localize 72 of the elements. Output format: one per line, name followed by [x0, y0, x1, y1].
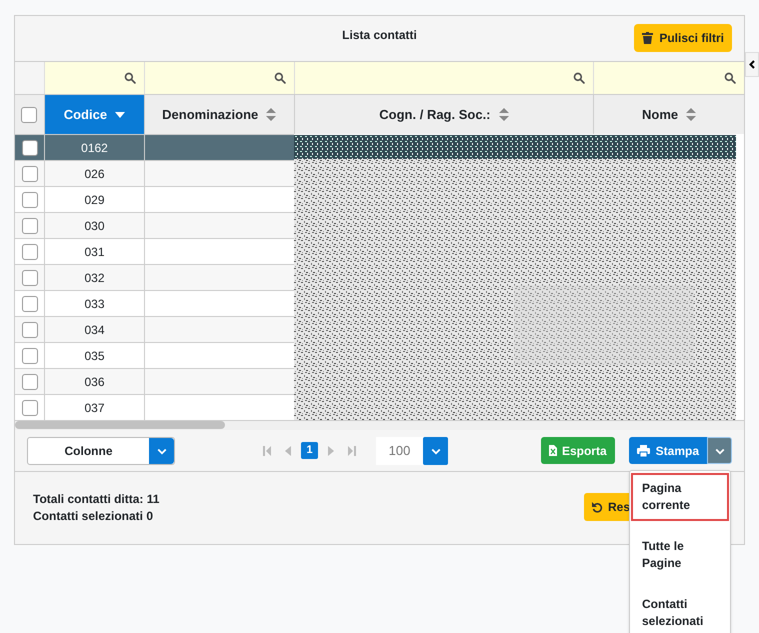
undo-icon	[592, 502, 603, 512]
checkbox[interactable]	[22, 218, 38, 234]
table-row[interactable]: 035	[15, 342, 294, 368]
checkbox[interactable]	[22, 322, 38, 338]
checkbox[interactable]	[22, 244, 38, 260]
menu-item[interactable]: Contatti selezionati	[631, 589, 729, 633]
panel-title: Lista contatti	[342, 27, 417, 44]
table-row[interactable]: 036	[15, 368, 294, 394]
table-cell-text: 030	[84, 218, 105, 234]
checkbox[interactable]	[21, 106, 38, 122]
table-cell-text: 033	[84, 296, 105, 312]
summary-text: Contatti selezionati 0	[33, 508, 154, 525]
table-cell-text: 036	[84, 374, 105, 390]
print-options-toggle[interactable]	[707, 437, 732, 464]
sort-down-icon[interactable]	[115, 112, 126, 118]
previous-page-icon[interactable]	[285, 446, 291, 456]
table-row[interactable]: 031	[15, 238, 294, 264]
chevron-down-icon	[423, 436, 448, 464]
first-page-icon[interactable]	[263, 446, 271, 456]
checkbox[interactable]	[22, 400, 38, 416]
print-button[interactable]: Stampa	[628, 437, 707, 464]
search-icon[interactable]	[724, 72, 736, 84]
checkbox[interactable]	[22, 374, 38, 390]
menu-item[interactable]: Pagina corrente	[631, 473, 729, 521]
column-header[interactable]: Codice	[44, 95, 144, 134]
printer-icon	[636, 444, 650, 456]
table-row[interactable]: 037	[15, 394, 294, 420]
table-cell-text: 032	[84, 270, 105, 286]
table-row[interactable]: 029	[15, 186, 294, 212]
menu-item[interactable]: Tutte le Pagine	[631, 531, 729, 579]
filter-field[interactable]	[593, 62, 744, 94]
table-row[interactable]: 026	[15, 160, 294, 186]
table-row[interactable]: 034	[15, 316, 294, 342]
last-page-icon[interactable]	[348, 446, 356, 456]
table-row[interactable]: 0162	[15, 134, 294, 160]
checkbox[interactable]	[22, 192, 38, 208]
search-icon[interactable]	[274, 72, 286, 84]
chevron-down-icon	[149, 438, 174, 464]
checkbox[interactable]	[22, 140, 38, 156]
checkbox[interactable]	[22, 270, 38, 286]
filter-field[interactable]	[44, 62, 144, 94]
table-row[interactable]: 030	[15, 212, 294, 238]
sort-icon[interactable]	[686, 108, 696, 121]
summary-text: Totali contatti ditta: 11	[33, 491, 160, 508]
checkbox[interactable]	[22, 166, 38, 182]
table-cell-text: 034	[84, 322, 105, 338]
filter-field[interactable]	[294, 62, 594, 94]
page-button[interactable]: 1	[301, 442, 318, 459]
table-cell-text: 029	[84, 192, 105, 208]
table-row[interactable]: 033	[15, 290, 294, 316]
table-cell-text: 035	[84, 348, 105, 364]
trash-icon	[642, 32, 654, 44]
page-size-dropdown[interactable]: 100	[376, 436, 448, 464]
scrollbar-thumb[interactable]	[15, 421, 225, 429]
columns-dropdown[interactable]: Colonne	[27, 436, 175, 464]
search-icon[interactable]	[573, 72, 586, 84]
sort-icon[interactable]	[266, 108, 276, 121]
panel-toggle-button[interactable]	[745, 52, 759, 77]
checkbox[interactable]	[22, 348, 38, 364]
next-page-icon[interactable]	[328, 446, 334, 456]
table-cell-text: 031	[84, 244, 105, 260]
table-cell-text: 026	[84, 166, 105, 182]
clear-filters-button[interactable]: Pulisci filtri	[634, 24, 732, 52]
table-cell-text: 037	[84, 400, 105, 416]
table-cell-text: 0162	[81, 140, 108, 156]
checkbox[interactable]	[22, 296, 38, 312]
search-icon[interactable]	[124, 72, 136, 84]
filter-field[interactable]	[144, 62, 294, 94]
chevron-left-icon	[749, 60, 755, 69]
spreadsheet-file-icon	[548, 445, 557, 456]
table-row[interactable]: 032	[15, 264, 294, 290]
sort-icon[interactable]	[498, 108, 509, 121]
